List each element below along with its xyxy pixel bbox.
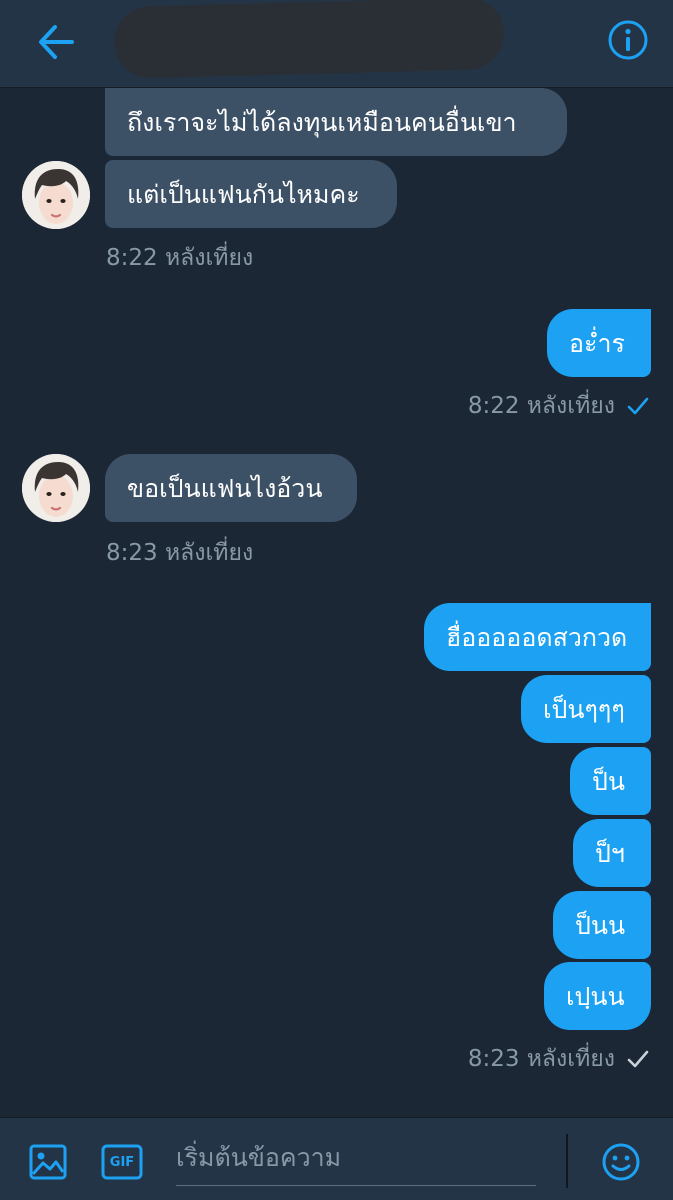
gif-label: GIF (109, 1154, 135, 1170)
add-gif-button[interactable]: GIF (98, 1138, 146, 1186)
emoji-button[interactable] (597, 1138, 645, 1186)
compose-divider (566, 1134, 568, 1188)
message-text: แต่เป็นแฟนกันไหมคะ (127, 179, 360, 209)
conversation-title-redacted (113, 0, 505, 80)
message-text: ฮื่อออออดสวกวด (446, 622, 628, 652)
message-text: เปฺนน (566, 981, 625, 1011)
back-button[interactable] (28, 14, 84, 70)
outgoing-message[interactable]: ป็ฯ (573, 819, 651, 887)
incoming-message[interactable]: ขอเป็นแฟนไงอ้วน (105, 454, 357, 522)
message-text: ป็ฯ (595, 838, 625, 868)
message-timestamp: 8:23 หลังเที่ยง (106, 540, 254, 566)
message-text: ขอเป็นแฟนไงอ้วน (127, 473, 323, 503)
outgoing-message[interactable]: เป็นๆๆๆ (521, 675, 651, 743)
message-timestamp: 8:23 หลังเที่ยง (468, 1041, 649, 1077)
image-icon (29, 1144, 67, 1180)
sent-check-icon (627, 1049, 649, 1069)
message-text: ถึงเราจะไม่ได้ลงทุนเหมือนคนอื่นเขา (127, 107, 517, 137)
outgoing-message[interactable]: ป็นน (553, 891, 651, 959)
conversation-header (0, 0, 673, 88)
message-text: ป็น (592, 766, 625, 796)
sent-check-icon (627, 396, 649, 416)
outgoing-message[interactable]: ฮื่อออออดสวกวด (424, 603, 651, 671)
message-timestamp: 8:22 หลังเที่ยง (468, 388, 649, 424)
incoming-message[interactable]: ถึงเราจะไม่ได้ลงทุนเหมือนคนอื่นเขา (105, 88, 567, 156)
avatar[interactable] (22, 161, 90, 229)
outgoing-message[interactable]: ป็น (570, 747, 651, 815)
avatar[interactable] (22, 454, 90, 522)
emoji-icon (602, 1143, 640, 1181)
arrow-left-icon (39, 25, 74, 59)
message-text: ป็นน (575, 910, 626, 940)
message-input[interactable]: เริ่มต้นข้อความ (176, 1136, 536, 1186)
message-input-placeholder: เริ่มต้นข้อความ (176, 1142, 342, 1172)
message-text: อะ่ำร (569, 328, 625, 358)
message-text: เป็นๆๆๆ (543, 694, 625, 724)
info-circle-icon (608, 20, 648, 60)
outgoing-message[interactable]: เปฺนน (544, 962, 651, 1030)
add-photo-button[interactable] (24, 1138, 72, 1186)
info-button[interactable] (600, 12, 656, 68)
outgoing-message[interactable]: อะ่ำร (547, 309, 651, 377)
incoming-message[interactable]: แต่เป็นแฟนกันไหมคะ (105, 160, 397, 228)
compose-bar: GIF เริ่มต้นข้อความ (0, 1117, 673, 1200)
message-timestamp: 8:22 หลังเที่ยง (106, 245, 254, 271)
